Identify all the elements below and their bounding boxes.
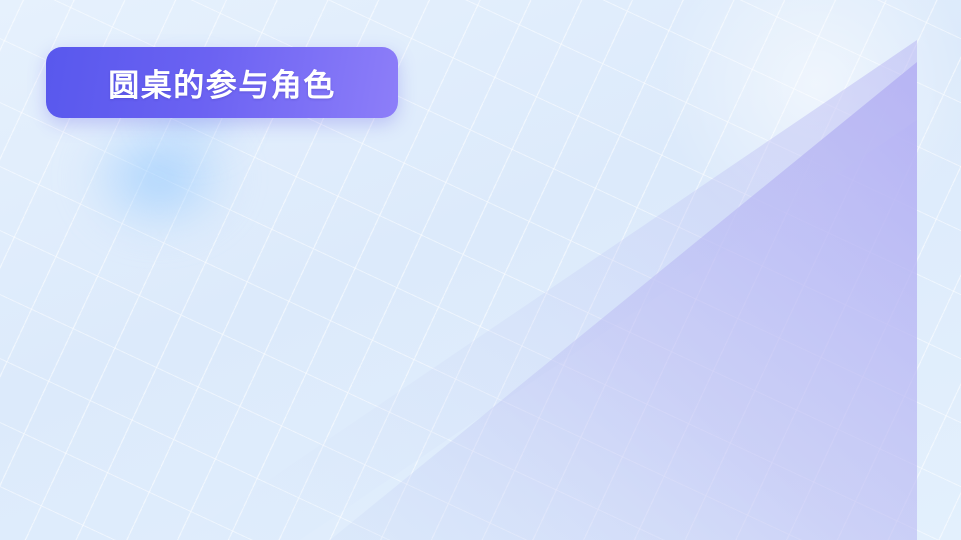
slide-canvas: 圆桌的参与角色 单一角色 探索场景 IT 角色 业务角色 多元场景 IT 角色 …	[0, 0, 961, 540]
slide-title-pill: 圆桌的参与角色	[46, 47, 398, 118]
background-sheen	[601, 0, 961, 300]
page-title: 圆桌的参与角色	[108, 68, 336, 103]
